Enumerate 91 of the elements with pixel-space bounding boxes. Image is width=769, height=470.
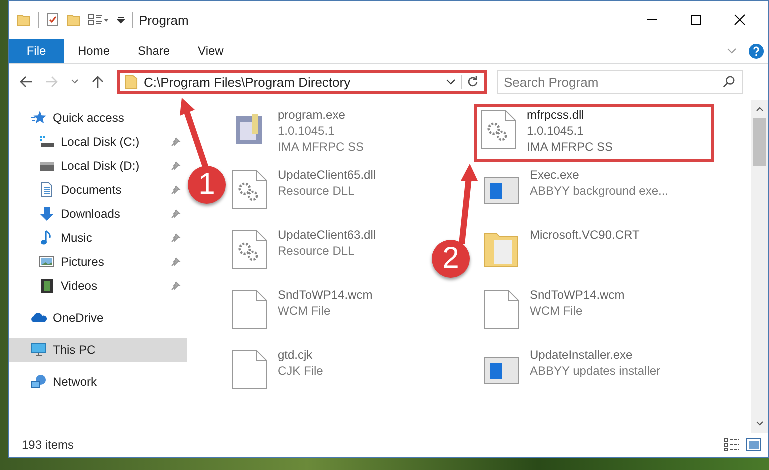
scrollbar-thumb[interactable] [753, 118, 766, 166]
view-options-icon[interactable] [88, 13, 110, 27]
search-icon[interactable] [723, 75, 736, 88]
ribbon-tab[interactable]: Home [64, 39, 124, 63]
scroll-down-icon[interactable] [756, 421, 764, 427]
file-name: mfrpcss.dll [527, 107, 586, 123]
drive-icon [39, 134, 55, 150]
ribbon-tab[interactable]: Share [124, 39, 184, 63]
search-field[interactable]: Search Program [497, 70, 743, 94]
blank-file-icon [232, 350, 268, 390]
gear-file-icon [481, 110, 517, 150]
recent-caret-icon[interactable] [71, 79, 79, 85]
file-item[interactable]: Microsoft.VC90.CRT [480, 224, 644, 282]
star-icon [31, 110, 47, 126]
sidebar-item[interactable]: Pictures [9, 250, 187, 274]
help-icon[interactable] [749, 44, 764, 58]
folder-icon [125, 74, 138, 90]
file-item[interactable]: UpdateClient65.dll Resource DLL [228, 164, 380, 222]
gear-file-icon [232, 170, 268, 210]
file-item[interactable]: mfrpcss.dll 1.0.1045.1 IMA MFRPC SS [474, 104, 714, 162]
pin-icon[interactable] [171, 185, 181, 195]
large-icons-view-icon[interactable] [746, 438, 762, 452]
blank-file-icon [232, 290, 268, 330]
scrollbar[interactable] [751, 100, 768, 433]
ribbon-tab[interactable]: File [9, 39, 64, 63]
file-name: program.exe [278, 107, 346, 123]
file-item[interactable]: UpdateClient63.dll Resource DLL [228, 224, 380, 282]
film-strip-icon [39, 278, 55, 294]
file-detail: 1.0.1045.1 [527, 123, 585, 139]
window-title: Program [139, 12, 189, 28]
pin-icon[interactable] [171, 257, 181, 267]
pin-icon[interactable] [171, 281, 181, 291]
file-name: Exec.exe [530, 167, 580, 183]
file-name: SndToWP14.wcm [530, 287, 625, 303]
sidebar-item[interactable]: Documents [9, 178, 187, 202]
maximize-icon[interactable] [690, 14, 702, 26]
file-name: UpdateClient63.dll [278, 227, 376, 243]
download-arrow-icon [39, 206, 55, 222]
sidebar-item[interactable]: Local Disk (D:) [9, 154, 187, 178]
chevron-down-icon[interactable] [727, 48, 737, 54]
details-view-icon[interactable] [724, 438, 740, 452]
file-item[interactable]: UpdateInstaller.exe ABBYY updates installer [480, 344, 665, 402]
sidebar-item[interactable]: Downloads [9, 202, 187, 226]
gear-file-icon [232, 230, 268, 270]
file-item[interactable]: SndToWP14.wcm WCM File [228, 284, 377, 342]
pin-icon[interactable] [171, 137, 181, 147]
pin-icon[interactable] [171, 209, 181, 219]
pin-icon[interactable] [171, 233, 181, 243]
ribbon-tab[interactable]: View [184, 39, 238, 63]
file-detail: Resource DLL [278, 183, 356, 199]
dropdown-caret-icon[interactable] [446, 79, 456, 85]
up-arrow-icon[interactable] [91, 75, 105, 89]
scroll-up-icon[interactable] [756, 106, 764, 112]
file-detail: Resource DLL [278, 243, 356, 259]
sidebar-item[interactable]: This PC [9, 338, 187, 362]
file-name: SndToWP14.wcm [278, 287, 373, 303]
sidebar-item[interactable]: OneDrive [9, 306, 187, 330]
properties-icon[interactable] [46, 13, 60, 27]
sidebar-item[interactable]: Videos [9, 274, 187, 298]
file-item[interactable]: gtd.cjk CJK File [228, 344, 328, 402]
file-name: gtd.cjk [278, 347, 314, 363]
file-name: Microsoft.VC90.CRT [530, 227, 640, 243]
file-detail: IMA MFRPC SS [527, 139, 614, 155]
pin-icon[interactable] [171, 161, 181, 171]
picture-icon [39, 254, 55, 270]
close-icon[interactable] [734, 14, 746, 26]
dropdown-caret-icon[interactable] [117, 16, 125, 24]
file-detail: 1.0.1045.1 [278, 123, 336, 139]
file-detail: IMA MFRPC SS [278, 139, 364, 155]
sidebar-item[interactable]: Network [9, 370, 187, 394]
file-item[interactable]: program.exe 1.0.1045.1 IMA MFRPC SS [228, 104, 368, 162]
sidebar-item[interactable]: Music [9, 226, 187, 250]
item-count: 193 items [22, 438, 74, 452]
file-detail: WCM File [530, 303, 584, 319]
file-detail: ABBYY background exe... [530, 183, 669, 199]
address-bar[interactable]: C:\Program Files\Program Directory [117, 70, 487, 94]
file-item[interactable]: SndToWP14.wcm WCM File [480, 284, 629, 342]
file-detail: CJK File [278, 363, 324, 379]
file-detail: ABBYY updates installer [530, 363, 661, 379]
file-detail: WCM File [278, 303, 332, 319]
back-arrow-icon[interactable] [19, 75, 33, 89]
file-name: UpdateInstaller.exe [530, 347, 634, 363]
sidebar-item[interactable]: Quick access [9, 106, 187, 130]
file-item[interactable]: Exec.exe ABBYY background exe... [480, 164, 673, 222]
annotation-arrow [180, 98, 209, 169]
file-name: UpdateClient65.dll [278, 167, 376, 183]
monitor-icon [31, 342, 47, 358]
sidebar-item[interactable]: Local Disk (C:) [9, 130, 187, 154]
blank-file-icon [484, 290, 520, 330]
network-icon [31, 374, 47, 390]
document-icon [39, 182, 55, 198]
